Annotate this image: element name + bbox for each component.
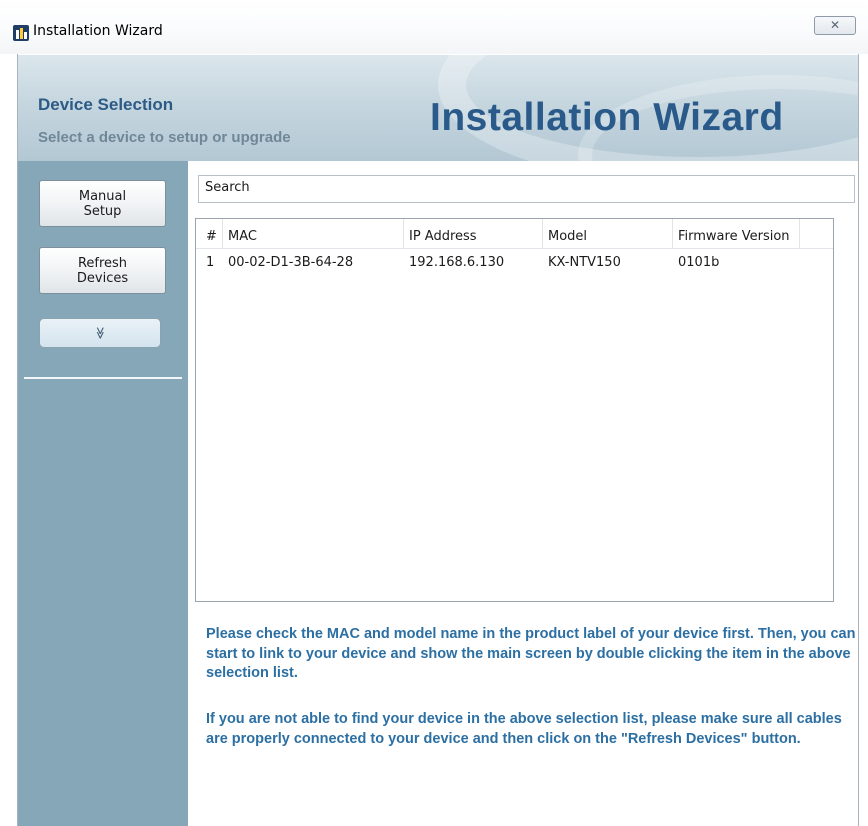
table-header: # MAC IP Address Model Firmware Version — [196, 219, 833, 249]
column-separator[interactable] — [542, 219, 543, 249]
refresh-devices-button[interactable]: Refresh Devices — [39, 247, 166, 294]
chevron-down-icon: ≫ — [93, 326, 107, 340]
column-separator[interactable] — [672, 219, 673, 249]
title-bar: Installation Wizard ✕ — [0, 0, 868, 54]
cell-mac: 00-02-D1-3B-64-28 — [228, 255, 354, 270]
close-button[interactable]: ✕ — [814, 16, 856, 35]
help-text: Please check the MAC and model name in t… — [206, 626, 856, 681]
sidebar: Manual Setup Refresh Devices ≫ — [18, 161, 188, 826]
cell-model: KX-NTV150 — [548, 255, 621, 270]
table-row[interactable]: 1 00-02-D1-3B-64-28 192.168.6.130 KX-NTV… — [196, 249, 833, 271]
expand-button[interactable]: ≫ — [39, 318, 161, 348]
manual-setup-label: Manual Setup — [78, 189, 127, 219]
close-icon: ✕ — [829, 18, 841, 32]
column-separator[interactable] — [799, 219, 800, 249]
cell-ip-address: 192.168.6.130 — [409, 255, 505, 270]
header-banner: Device Selection Select a device to setu… — [18, 55, 858, 161]
main-panel: Search # MAC IP Address Model Firmware V… — [188, 161, 858, 826]
window-frame-left — [0, 54, 18, 826]
window-frame-right — [858, 54, 868, 826]
sidebar-divider — [24, 377, 182, 379]
column-header-firmware-version[interactable]: Firmware Version — [678, 229, 790, 244]
column-header-model[interactable]: Model — [548, 229, 587, 244]
column-header-mac[interactable]: MAC — [228, 229, 257, 244]
refresh-devices-label: Refresh Devices — [76, 256, 129, 286]
cell-number: 1 — [206, 255, 215, 270]
cell-firmware-version: 0101b — [678, 255, 720, 270]
page-title: Device Selection — [38, 95, 174, 114]
window-title: Installation Wizard — [33, 23, 163, 39]
window-frame-border — [858, 54, 859, 826]
device-list[interactable]: # MAC IP Address Model Firmware Version … — [195, 218, 834, 602]
page-subtitle: Select a device to setup or upgrade — [38, 129, 291, 146]
column-separator[interactable] — [222, 219, 223, 249]
app-icon-bar — [24, 32, 27, 39]
app-icon — [13, 25, 29, 41]
column-header-ip-address[interactable]: IP Address — [409, 229, 477, 244]
brand-title: Installation Wizard — [430, 96, 784, 139]
manual-setup-button[interactable]: Manual Setup — [39, 180, 166, 227]
installation-wizard-window: Installation Wizard ✕ Device Selection S… — [0, 0, 868, 826]
help-text: If you are not able to find your device … — [206, 711, 842, 747]
app-icon-bar — [20, 28, 23, 39]
column-separator[interactable] — [403, 219, 404, 249]
search-input[interactable]: Search — [198, 175, 855, 203]
column-header-number[interactable]: # — [206, 229, 217, 244]
app-icon-bar — [16, 30, 19, 39]
